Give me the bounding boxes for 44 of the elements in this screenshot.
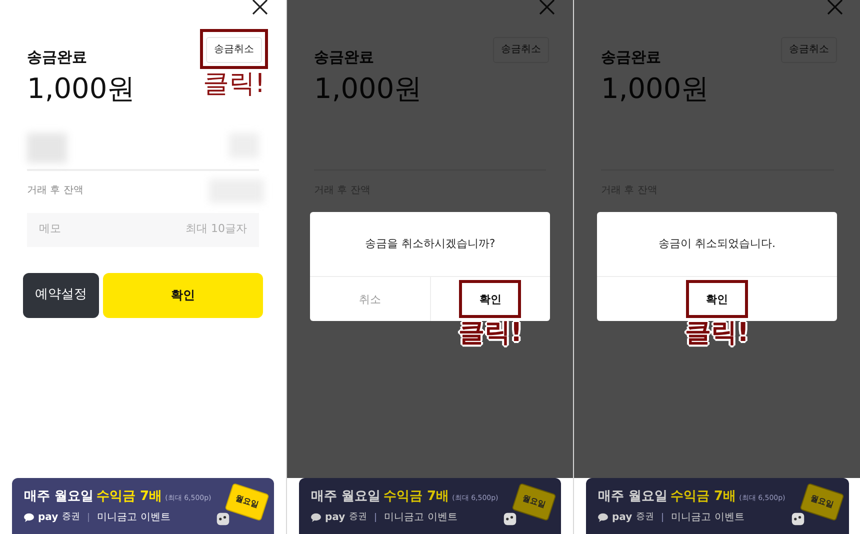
banner-highlight: 수익금 7배 [670,488,736,506]
schedule-button[interactable]: 예약설정 [23,272,99,318]
close-icon[interactable] [252,0,268,15]
banner-headline: 매주 월요일 [598,488,668,506]
banner-headline: 매주 월요일 [311,488,381,506]
brand-suffix: 증권 [62,511,80,524]
brand-suffix: 증권 [636,511,654,524]
event-label: 미니금고 이벤트 [671,511,744,526]
dice-icon [791,512,805,526]
brand-name: pay [325,511,346,526]
page-title: 송금완료 [601,47,662,68]
dialog-confirm-button[interactable]: 확인 [692,288,742,312]
click-annotation: 클릭! [202,70,266,96]
calendar-tent: 월요일 [512,482,556,522]
brand-name: pay [612,511,632,526]
confirm-button[interactable]: 확인 [103,272,263,318]
calendar-tent: 월요일 [224,482,270,522]
dice-icon [216,512,230,526]
event-label: 미니금고 이벤트 [97,511,170,526]
brand-suffix: 증권 [349,511,368,524]
speech-bubble-icon [311,513,321,522]
dialog-message: 송금을 취소하시겠습니까? [364,236,496,252]
amount-text: 1,000원 [27,74,136,102]
speech-bubble-icon [24,513,34,522]
dice-icon [503,512,517,526]
banner-headline: 매주 월요일 [24,488,94,506]
click-annotation: 클릭! [458,320,522,346]
memo-input[interactable]: 최대 10글자 [157,221,247,238]
balance-label: 거래 후 잔액 [27,184,84,198]
dialog-message: 송금이 취소되었습니다. [658,236,776,252]
memo-label: 메모 [39,221,61,238]
page-title: 송금완료 [27,47,88,68]
brand-name: pay [38,511,58,526]
banner-highlight: 수익금 7배 [96,488,162,506]
calendar-tent: 월요일 [800,482,844,522]
event-label: 미니금고 이벤트 [384,511,458,526]
amount-text: 1,000원 [601,74,710,102]
banner-highlight: 수익금 7배 [384,488,450,506]
click-annotation: 클릭! [685,320,749,346]
amount-text: 1,000원 [314,74,422,102]
speech-bubble-icon [598,513,608,522]
page-title: 송금완료 [314,47,375,68]
cancel-transfer-button[interactable]: 송금취소 [206,36,262,62]
dialog-confirm-button[interactable]: 확인 [465,288,516,312]
